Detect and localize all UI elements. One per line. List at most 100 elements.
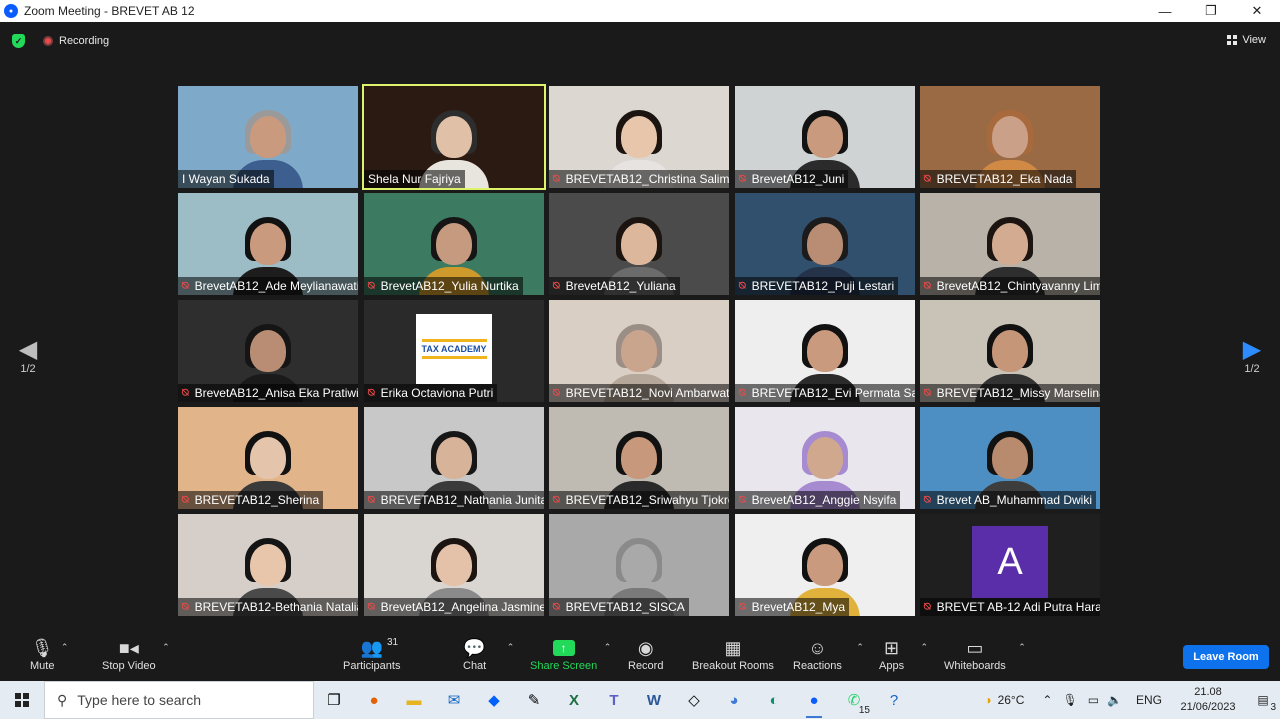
participants-button[interactable]: 👥 31 Participants	[343, 636, 400, 672]
participant-name: BREVETAB12_Missy Marselina	[937, 384, 1100, 402]
chevron-up-icon[interactable]: ⌃	[921, 642, 929, 653]
microphone-tray-icon[interactable]: 🎙	[1062, 693, 1077, 707]
taskbar-search[interactable]: ⚲ Type here to search	[44, 681, 314, 719]
participant-tile[interactable]: ⍉BrevetAB12_Yulia Nurtika	[364, 193, 544, 295]
apps-icon: ⊞	[884, 636, 899, 660]
participant-name: BrevetAB12_Angelina Jasmine	[381, 598, 544, 616]
participant-name-label: ⍉Erika Octaviona Putri	[364, 384, 497, 402]
chevron-up-icon[interactable]: ⌃	[1018, 642, 1026, 653]
participant-name: BREVETAB12_Evi Permata Sari	[752, 384, 915, 402]
chevron-up-icon[interactable]: ⌃	[61, 642, 69, 653]
notifications-icon[interactable]: ▤3	[1246, 693, 1280, 707]
start-button[interactable]	[0, 681, 44, 719]
participant-name-label: ⍉BrevetAB12_Ade Meylianawati	[178, 277, 358, 295]
participant-tile[interactable]: ⍉BrevetAB12_Chintyavanny Lim	[920, 193, 1100, 295]
participant-name: BREVETAB12_Nathania Junita	[381, 491, 544, 509]
taskbar-clock[interactable]: 21.08 21/06/2023	[1170, 685, 1246, 715]
participant-tile[interactable]: ⍉BREVETAB12_Missy Marselina	[920, 300, 1100, 402]
participant-tile[interactable]: ⍉BREVETAB12_SISCA	[549, 514, 729, 616]
mute-button[interactable]: 🎙 Mute ⌃	[30, 636, 54, 672]
logo-text: TAX ACADEMY	[422, 339, 487, 359]
app-icon[interactable]: ◇	[674, 681, 714, 719]
record-button[interactable]: ◉ Record	[628, 636, 663, 672]
participant-tile[interactable]: A⍉BREVET AB-12 Adi Putra Harahap	[920, 514, 1100, 616]
participant-tile[interactable]: ⍉BrevetAB12_Juni	[735, 86, 915, 188]
window-controls: — ❐ ✕	[1142, 0, 1280, 22]
recording-label: Recording	[59, 35, 109, 47]
participant-tile[interactable]: ⍉BrevetAB12_Yuliana	[549, 193, 729, 295]
minimize-button[interactable]: —	[1142, 0, 1188, 22]
stop-video-button[interactable]: ■◂ Stop Video ⌃	[102, 636, 156, 672]
whiteboards-button[interactable]: ▭ Whiteboards ⌃	[944, 636, 1006, 672]
participant-tile[interactable]: ⍉BREVETAB12_Novi Ambarwaty	[549, 300, 729, 402]
mail-icon[interactable]: ✉	[434, 681, 474, 719]
file-explorer-icon[interactable]: ▬	[394, 681, 434, 719]
arrow-left-icon: ◀	[13, 337, 43, 363]
apps-button[interactable]: ⊞ Apps ⌃	[879, 636, 904, 672]
windows-taskbar: ⚲ Type here to search ❐ ● ▬ ✉ ◆ ✎ X T W …	[0, 681, 1280, 719]
volume-icon[interactable]: 🔈	[1107, 693, 1122, 707]
teams-icon[interactable]: T	[594, 681, 634, 719]
muted-microphone-icon: ⍉	[739, 170, 746, 188]
task-view-icon[interactable]: ❐	[314, 681, 354, 719]
previous-page-button[interactable]: ◀ 1/2	[13, 337, 43, 375]
close-button[interactable]: ✕	[1234, 0, 1280, 22]
participant-tile[interactable]: ⍉BrevetAB12_Mya	[735, 514, 915, 616]
leave-room-button[interactable]: Leave Room	[1183, 645, 1269, 669]
windows-logo-icon	[15, 693, 29, 707]
participant-tile[interactable]: ⍉BREVETAB12_Puji Lestari	[735, 193, 915, 295]
reactions-button[interactable]: ☺ Reactions ⌃	[793, 636, 842, 672]
recording-indicator[interactable]: Recording	[43, 35, 109, 47]
help-icon[interactable]: ?	[874, 681, 914, 719]
security-shield-icon[interactable]: ✓	[12, 34, 25, 48]
participant-name: BrevetAB12_Anisa Eka Pratiwi	[195, 384, 358, 402]
whiteboard-icon: ▭	[966, 636, 983, 660]
battery-icon[interactable]: ▭	[1088, 693, 1099, 707]
participant-tile[interactable]: TAX ACADEMY ⍉Erika Octaviona Putri	[364, 300, 544, 402]
view-button[interactable]: View	[1227, 34, 1266, 46]
share-screen-button[interactable]: ↑ Share Screen ⌃	[530, 636, 597, 672]
participant-name-label: ⍉BREVET AB-12 Adi Putra Harahap	[920, 598, 1100, 616]
next-page-button[interactable]: ▶ 1/2	[1237, 337, 1267, 375]
participant-tile[interactable]: ⍉BREVETAB12_Evi Permata Sari	[735, 300, 915, 402]
chat-button[interactable]: 💬 Chat ⌃	[463, 636, 486, 672]
participant-name-label: ⍉BrevetAB12_Juni	[735, 170, 848, 188]
participant-tile[interactable]: ⍉BREVETAB12_Sriwahyu Tjokro	[549, 407, 729, 509]
participant-tile[interactable]: ⍉BrevetAB12_Angelina Jasmine	[364, 514, 544, 616]
chevron-up-icon[interactable]: ⌃	[856, 642, 864, 653]
word-icon[interactable]: W	[634, 681, 674, 719]
participant-tile[interactable]: Shela Nur Fajriya	[364, 86, 544, 188]
whatsapp-icon[interactable]: ✆15	[834, 681, 874, 719]
pen-app-icon[interactable]: ✎	[514, 681, 554, 719]
participant-tile[interactable]: ⍉BrevetAB12_Anggie Nsyifa	[735, 407, 915, 509]
view-label: View	[1242, 34, 1266, 46]
restore-button[interactable]: ❐	[1188, 0, 1234, 22]
weather-icon[interactable]: ◑	[984, 693, 991, 707]
participant-tile[interactable]: ⍉BREVETAB12_Nathania Junita	[364, 407, 544, 509]
weather-temp[interactable]: 26°C	[998, 693, 1025, 707]
participant-tile[interactable]: ⍉Brevet AB_Muhammad Dwiki	[920, 407, 1100, 509]
chevron-up-icon[interactable]: ⌃	[604, 642, 612, 653]
firefox-icon[interactable]: ●	[354, 681, 394, 719]
muted-microphone-icon: ⍉	[368, 277, 375, 295]
zoom-taskbar-icon[interactable]: ●	[794, 681, 834, 719]
participant-tile[interactable]: ⍉BREVETAB12_Eka Nada	[920, 86, 1100, 188]
muted-microphone-icon: ⍉	[739, 491, 746, 509]
participant-tile[interactable]: ⍉BREVETAB12_Sherina	[178, 407, 358, 509]
excel-icon[interactable]: X	[554, 681, 594, 719]
chat-app-icon[interactable]: ◕	[714, 681, 754, 719]
participant-tile[interactable]: ⍉BREVETAB12-Bethania Natalia	[178, 514, 358, 616]
breakout-rooms-button[interactable]: ▦ Breakout Rooms	[692, 636, 774, 672]
chevron-up-icon[interactable]: ⌃	[507, 642, 515, 653]
participant-tile[interactable]: ⍉BrevetAB12_Ade Meylianawati	[178, 193, 358, 295]
participants-count: 31	[387, 637, 398, 648]
dropbox-icon[interactable]: ◆	[474, 681, 514, 719]
chevron-up-icon[interactable]: ⌃	[162, 642, 170, 653]
participant-tile[interactable]: I Wayan Sukada	[178, 86, 358, 188]
edge-icon[interactable]: ◐	[754, 681, 794, 719]
language-indicator[interactable]: ENG	[1136, 693, 1162, 707]
chevron-up-icon[interactable]: ⌃	[1042, 693, 1052, 707]
muted-microphone-icon: ⍉	[924, 170, 931, 188]
participant-tile[interactable]: ⍉BREVETAB12_Christina Salim	[549, 86, 729, 188]
participant-tile[interactable]: ⍉BrevetAB12_Anisa Eka Pratiwi	[178, 300, 358, 402]
